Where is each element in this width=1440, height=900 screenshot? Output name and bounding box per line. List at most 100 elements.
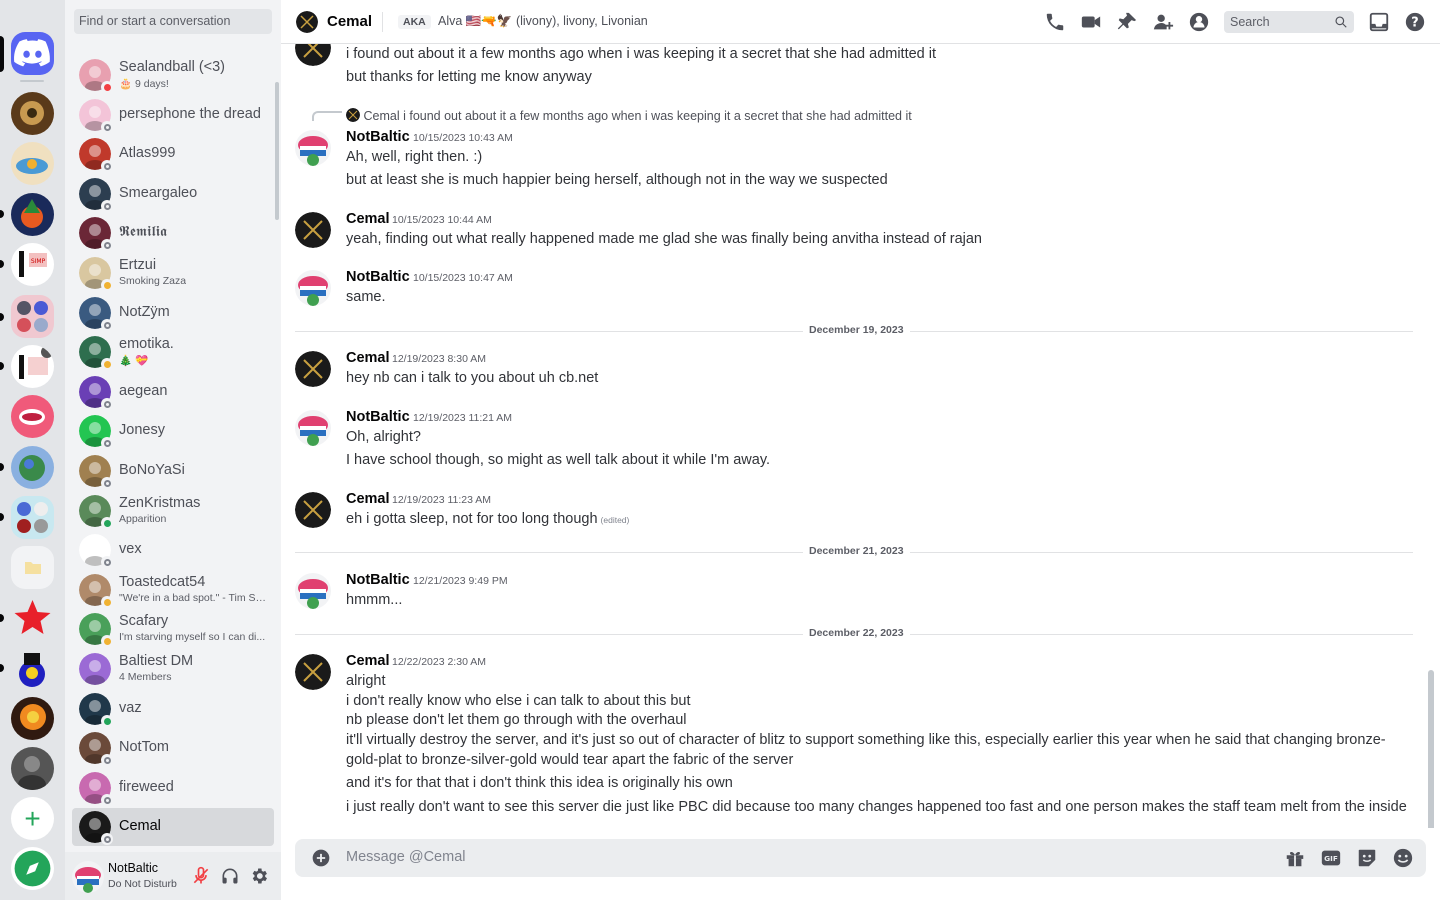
dm-name: emotika. — [119, 336, 174, 352]
dm-sidebar: Find or start a conversation Sealandball… — [65, 0, 281, 900]
video-call-button[interactable] — [1079, 10, 1103, 34]
folder-icon[interactable] — [11, 546, 54, 589]
message-avatar[interactable] — [295, 573, 331, 609]
emoji-icon — [1393, 848, 1413, 868]
message-avatar[interactable] — [295, 130, 331, 166]
message-input[interactable]: Message @Cemal — [346, 849, 465, 865]
sticker-button[interactable] — [1355, 846, 1379, 870]
discover-button[interactable] — [11, 847, 54, 890]
search-placeholder: Search — [1230, 15, 1270, 29]
edited-tag: (edited) — [600, 515, 630, 525]
dm-item[interactable]: 𝕽𝖊𝖒𝖎𝖑𝖎𝖆 — [72, 214, 274, 252]
unread-pill — [0, 664, 4, 672]
server-icon-12[interactable] — [11, 747, 54, 790]
unread-pill — [0, 362, 4, 370]
dm-subtitle: 🎄 💝 — [119, 355, 149, 367]
server-icon-3[interactable] — [11, 193, 54, 236]
message-avatar[interactable] — [295, 270, 331, 306]
inbox-button[interactable] — [1367, 10, 1391, 34]
server-icon-11[interactable] — [11, 697, 54, 740]
dm-item[interactable]: Sealandball (<3) 🎂 9 days! — [72, 56, 274, 94]
voice-call-button[interactable] — [1043, 10, 1067, 34]
server-icon-8[interactable] — [11, 446, 54, 489]
mute-button[interactable] — [189, 864, 213, 888]
message-author[interactable]: NotBaltic — [346, 129, 410, 145]
dm-item[interactable]: aegean — [72, 373, 274, 411]
header-divider — [382, 12, 383, 32]
help-button[interactable]: ? — [1403, 10, 1427, 34]
dm-item[interactable]: Toastedcat54 "We're in a bad spot." - Tim… — [72, 571, 274, 609]
message-text: i just really don't want to see this ser… — [346, 799, 1407, 815]
message-timestamp: 12/22/2023 2:30 AM — [392, 656, 486, 668]
emoji-button[interactable] — [1391, 846, 1415, 870]
server-icon-1[interactable] — [11, 92, 54, 135]
pinned-messages-button[interactable] — [1115, 10, 1139, 34]
gift-button[interactable] — [1283, 846, 1307, 870]
server-icon-7[interactable] — [11, 395, 54, 438]
server-icon-star[interactable] — [11, 597, 54, 640]
header-username[interactable]: Cemal — [327, 13, 372, 30]
date-divider-label: December 21, 2023 — [803, 545, 910, 557]
dm-item[interactable]: vex — [72, 531, 274, 569]
message-author[interactable]: NotBaltic — [346, 269, 410, 285]
server-icon-2[interactable] — [11, 142, 54, 185]
dm-item[interactable]: Scafary I'm starving myself so I can di..… — [72, 610, 274, 648]
message-author[interactable]: NotBaltic — [346, 409, 410, 425]
server-icon-10[interactable] — [11, 647, 54, 690]
dm-item[interactable]: Atlas999 — [72, 135, 274, 173]
dm-item[interactable]: fireweed — [72, 769, 274, 807]
message-avatar[interactable] — [295, 351, 331, 387]
deafen-button[interactable] — [218, 864, 242, 888]
header-search-input[interactable]: Search — [1224, 11, 1354, 33]
dm-item[interactable]: NotZÿm — [72, 294, 274, 332]
user-profile-button[interactable] — [1187, 10, 1211, 34]
message-text: but at least she is much happier being h… — [346, 172, 888, 188]
message-text: hey nb can i talk to you about uh cb.net — [346, 370, 599, 386]
dm-name: Atlas999 — [119, 145, 176, 161]
discord-home-button[interactable] — [11, 32, 54, 75]
server-icon-6[interactable] — [11, 345, 54, 388]
message-avatar[interactable] — [295, 492, 331, 528]
dm-list-scrollbar[interactable] — [275, 82, 279, 220]
message-avatar[interactable] — [295, 44, 331, 66]
message-avatar[interactable] — [295, 212, 331, 248]
message-author[interactable]: NotBaltic — [346, 572, 410, 588]
message-text: eh i gotta sleep, not for too long thoug… — [346, 511, 598, 527]
gif-button[interactable]: GIF — [1319, 846, 1343, 870]
dm-item[interactable]: ZenKristmas Apparition — [72, 492, 274, 530]
dm-item[interactable]: BoNoYaSi — [72, 452, 274, 490]
dm-search-input[interactable]: Find or start a conversation — [74, 9, 272, 34]
message-timestamp: 10/15/2023 10:47 AM — [413, 272, 513, 284]
message-author[interactable]: Cemal — [346, 211, 390, 227]
server-folder[interactable] — [11, 295, 54, 338]
reply-text: i found out about it a few months ago wh… — [403, 109, 912, 123]
message-composer[interactable]: Message @Cemal GIF — [295, 839, 1426, 877]
user-settings-button[interactable] — [247, 864, 271, 888]
dm-item[interactable]: Smeargaleo — [72, 175, 274, 213]
dm-item[interactable]: vaz — [72, 690, 274, 728]
status-indicator — [101, 556, 113, 568]
message-author[interactable]: Cemal — [346, 491, 390, 507]
message-scrollbar[interactable] — [1428, 670, 1434, 828]
dm-item[interactable]: Ertzui Smoking Zaza — [72, 254, 274, 292]
user-avatar[interactable] — [72, 861, 104, 893]
message-author[interactable]: Cemal — [346, 350, 390, 366]
upload-button[interactable] — [311, 848, 331, 871]
reply-preview[interactable]: Cemal i found out about it a few months … — [346, 108, 912, 123]
message-avatar[interactable] — [295, 410, 331, 446]
search-icon — [1335, 16, 1347, 28]
message-author[interactable]: Cemal — [346, 653, 390, 669]
dm-item[interactable]: Baltiest DM 4 Members — [72, 650, 274, 688]
dm-item[interactable]: emotika. 🎄 💝 — [72, 333, 274, 371]
dm-item[interactable]: NotTom — [72, 729, 274, 767]
server-icon-4[interactable]: SIMP — [11, 243, 54, 286]
server-folder-2[interactable] — [11, 496, 54, 539]
dm-item[interactable]: persephone the dread — [72, 96, 274, 134]
dm-item[interactable]: Cemal — [72, 808, 274, 846]
add-friends-to-dm-button[interactable] — [1151, 10, 1175, 34]
dm-item[interactable]: Jonesy — [72, 412, 274, 450]
add-server-button[interactable]: + — [11, 797, 54, 840]
reply-avatar — [346, 108, 360, 122]
message-avatar[interactable] — [295, 654, 331, 690]
status-indicator — [101, 279, 113, 291]
